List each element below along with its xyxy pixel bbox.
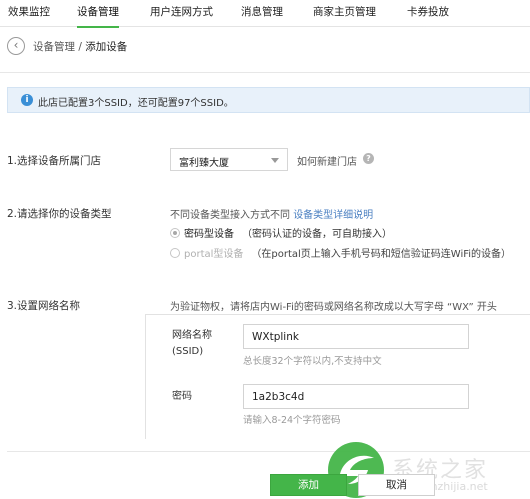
tab-coupon-delivery[interactable]: 卡券投放	[407, 0, 449, 27]
password-label: 密码	[172, 391, 192, 402]
store-select[interactable]: 富利臻大厦	[170, 148, 288, 171]
back-button[interactable]: ‹	[7, 37, 25, 55]
tab-effect-monitor[interactable]: 效果监控	[8, 0, 50, 27]
tab-device-management[interactable]: 设备管理	[77, 0, 119, 28]
device-type-desc-text: 不同设备类型接入方式不同	[170, 210, 290, 221]
info-icon: i	[21, 94, 33, 106]
step2-label: 2.请选择你的设备类型	[7, 208, 112, 220]
new-store-link[interactable]: 如何新建门店	[297, 153, 357, 168]
breadcrumb-separator: /	[75, 41, 86, 53]
ownership-hint: 为验证物权，请将店内Wi-Fi的密码或网络名称改成以大写字母 “WX” 开头	[170, 302, 497, 313]
chevron-left-icon: ‹	[13, 38, 19, 52]
breadcrumb-current: 添加设备	[85, 41, 128, 53]
store-select-value: 富利臻大厦	[179, 158, 229, 169]
tab-user-network-mode[interactable]: 用户连网方式	[150, 0, 213, 27]
breadcrumb-parent[interactable]: 设备管理	[33, 41, 75, 53]
ssid-input[interactable]	[243, 324, 469, 349]
option-portal-name: portal型设备	[184, 249, 244, 260]
add-button[interactable]: 添加	[270, 474, 347, 496]
step3-label: 3.设置网络名称	[7, 300, 81, 312]
ssid-label-line1: 网络名称	[172, 330, 212, 341]
option-password-name: 密码型设备	[184, 229, 234, 240]
notice-text: 此店已配置3个SSID，还可配置97个SSID。	[38, 98, 234, 109]
tab-merchant-homepage[interactable]: 商家主页管理	[313, 0, 376, 27]
ssid-help: 总长度32个字符以内,不支持中文	[243, 356, 382, 367]
device-type-password-option[interactable]: 密码型设备 （密码认证的设备，可自助接入）	[170, 225, 392, 240]
cancel-button[interactable]: 取消	[358, 474, 435, 496]
tab-message-management[interactable]: 消息管理	[241, 0, 283, 27]
password-input[interactable]	[243, 384, 469, 409]
help-icon[interactable]: ?	[363, 153, 374, 164]
ssid-quota-notice: i 此店已配置3个SSID，还可配置97个SSID。	[7, 87, 530, 113]
ssid-label: 网络名称 (SSID)	[172, 328, 212, 360]
device-type-desc: 不同设备类型接入方式不同 设备类型详细说明	[170, 206, 373, 221]
breadcrumb: 设备管理 / 添加设备	[33, 39, 127, 54]
ssid-label-line2: (SSID)	[172, 346, 204, 357]
step1-label: 1.选择设备所属门店	[7, 155, 102, 167]
radio-password-device[interactable]	[170, 228, 180, 238]
top-tab-bar: 效果监控 设备管理 用户连网方式 消息管理 商家主页管理 卡券投放	[0, 0, 530, 28]
chevron-down-icon	[271, 158, 279, 163]
device-type-detail-link[interactable]: 设备类型详细说明	[293, 210, 373, 221]
device-type-portal-option[interactable]: portal型设备 （在portal页上输入手机号码和短信验证码连WiFi的设备）	[170, 245, 511, 260]
radio-portal-device[interactable]	[170, 248, 180, 258]
password-help: 请输入8-24个字符密码	[243, 415, 341, 426]
option-password-note: （密码认证的设备，可自助接入）	[242, 229, 392, 240]
header-divider	[0, 72, 530, 73]
option-portal-note: （在portal页上输入手机号码和短信验证码连WiFi的设备）	[251, 249, 512, 260]
